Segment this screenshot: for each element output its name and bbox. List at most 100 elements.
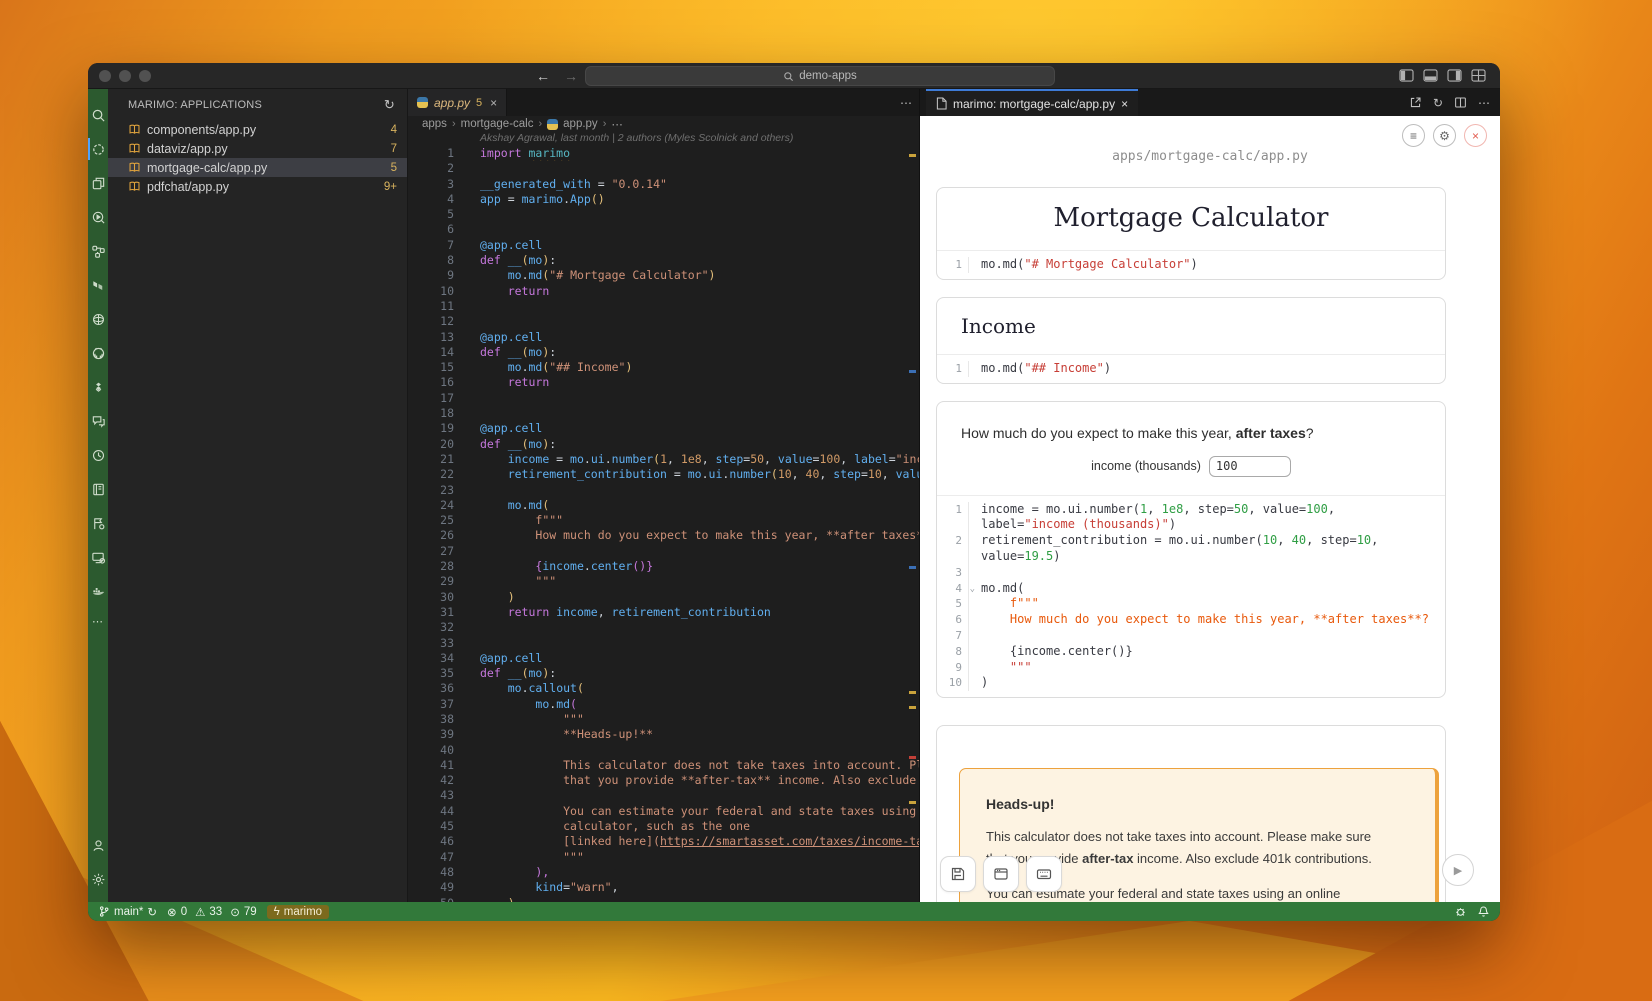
more-views-icon[interactable]: ⋯ [92,608,104,634]
run-preview-icon[interactable] [88,200,108,234]
breadcrumb-item[interactable]: app.py [563,118,598,130]
fold-chevron-icon[interactable]: ⌄ [970,582,975,598]
problem-badge: 7 [391,143,397,155]
errors-icon: ⊗ [167,905,177,919]
debug-bug-icon[interactable] [1454,905,1467,918]
tab-app-py[interactable]: app.py 5 × [408,89,507,116]
menu-button[interactable]: ≡ [1402,124,1425,147]
breadcrumb-item[interactable]: mortgage-calc [461,118,534,130]
github-icon[interactable] [88,336,108,370]
code-line: 27 [408,544,919,559]
sidebar-item-dataviz[interactable]: dataviz/app.py 7 [108,139,407,158]
settings-button[interactable]: ⚙ [1433,124,1456,147]
code-line: 37 mo.md( [408,697,919,712]
notebook-file-icon [128,142,141,155]
sidebar-item-components[interactable]: components/app.py 4 [108,120,407,139]
code-line: 50 ) [408,896,919,902]
split-editor-icon[interactable] [1454,96,1467,109]
bold-text: after-tax [1082,851,1133,866]
maximize-window-button[interactable] [139,70,151,82]
sidebar-item-mortgage-calc[interactable]: mortgage-calc/app.py 5 [108,158,407,177]
refresh-icon[interactable]: ↻ [1433,96,1443,110]
explorer-files-icon[interactable] [88,166,108,200]
command-center-search[interactable]: demo-apps [585,66,1055,86]
cell-card-income-form[interactable]: How much do you expect to make this year… [936,401,1446,699]
code-editor[interactable]: 1import marimo23__generated_with = "0.0.… [408,146,919,902]
toggle-secondary-sidebar-icon[interactable] [1447,69,1462,82]
code-line: 3 [937,565,1445,581]
history-clock-icon[interactable] [88,438,108,472]
cell-code[interactable]: 1mo.md("# Mortgage Calculator") [937,250,1445,279]
question-text: How much do you expect to make this year… [937,402,1445,441]
shutdown-button[interactable]: × [1464,124,1487,147]
dropbox-icon[interactable] [88,370,108,404]
sync-icon[interactable]: ↻ [147,905,157,919]
cell-code[interactable]: 1mo.md("## Income") [937,354,1445,383]
open-external-icon[interactable] [1409,96,1422,109]
cell-card-title[interactable]: Mortgage Calculator 1mo.md("# Mortgage C… [936,187,1446,280]
customize-layout-icon[interactable] [1471,69,1486,82]
info-mark [909,370,916,373]
breadcrumb-separator-icon: › [538,118,542,130]
notebook-icon[interactable] [88,472,108,506]
close-window-button[interactable] [99,70,111,82]
file-icon [936,97,947,110]
error-mark [909,756,916,759]
notifications-bell-icon[interactable] [1477,905,1490,918]
docker-icon[interactable] [88,574,108,608]
close-tab-icon[interactable]: × [490,96,497,110]
remote-monitor-icon[interactable] [88,540,108,574]
editor-actions-more-icon[interactable]: ⋯ [900,89,912,116]
toggle-sidebar-icon[interactable] [1399,69,1414,82]
testing-flag-icon[interactable] [88,506,108,540]
marimo-extension-icon[interactable] [88,132,108,166]
breadcrumb-separator-icon: › [603,118,607,130]
code-line: 32 [408,620,919,635]
cell-card-income[interactable]: Income 1mo.md("## Income") [936,297,1446,384]
symbols-icon[interactable] [88,234,108,268]
code-line: 17 [408,391,919,406]
refresh-icon[interactable]: ↻ [384,97,395,113]
more-actions-icon[interactable]: ⋯ [1478,96,1490,110]
comments-icon[interactable] [88,404,108,438]
problems-item[interactable]: ⊗ 0 ⚠ 33 ⊙ 79 [167,905,257,919]
search-icon[interactable] [88,98,108,132]
run-all-button[interactable]: ▶ [1442,854,1474,886]
breadcrumb-item[interactable]: apps [422,118,447,130]
tab-label: app.py [434,96,470,110]
income-number-input[interactable] [1209,456,1291,477]
tab-marimo-webview[interactable]: marimo: mortgage-calc/app.py × [926,89,1138,116]
code-line: 39 **Heads-up!** [408,727,919,742]
code-line: 1mo.md("## Income") [937,361,1445,377]
code-line: 6 How much do you expect to make this ye… [937,612,1445,628]
sidebar-item-pdfchat[interactable]: pdfchat/app.py 9+ [108,177,407,196]
open-in-browser-button[interactable] [983,856,1019,892]
minimize-window-button[interactable] [119,70,131,82]
settings-gear-icon[interactable] [88,862,108,896]
notebook-file-icon [128,123,141,136]
breadcrumb[interactable]: apps › mortgage-calc › app.py › ⋯ [408,116,919,132]
python-file-icon [417,97,428,108]
keyboard-shortcuts-button[interactable] [1026,856,1062,892]
account-icon[interactable] [88,828,108,862]
breadcrumb-item[interactable]: ⋯ [611,117,623,131]
terraform-icon[interactable] [88,268,108,302]
code-line: 35def __(mo): [408,666,919,681]
history-forward-button[interactable]: → [564,68,578,84]
code-line: 45 calculator, such as the one [408,819,919,834]
globe-icon[interactable] [88,302,108,336]
code-line: 46 [linked here](https://smartasset.com/… [408,834,919,849]
toggle-panel-icon[interactable] [1423,69,1438,82]
history-back-button[interactable]: ← [536,68,550,84]
overview-ruler[interactable] [907,146,919,902]
code-line: 19@app.cell [408,421,919,436]
code-line: 25 f""" [408,513,919,528]
save-button[interactable] [940,856,976,892]
git-branch-icon [98,905,110,918]
cell-code[interactable]: 1income = mo.ui.number(1, 1e8, step=50, … [937,495,1445,698]
git-branch-item[interactable]: main* ↻ [98,905,157,919]
close-tab-icon[interactable]: × [1121,97,1128,111]
breadcrumb-separator-icon: › [452,118,456,130]
marimo-status-item[interactable]: ϟ marimo [267,905,329,919]
code-line: 41 This calculator does not take taxes i… [408,758,919,773]
